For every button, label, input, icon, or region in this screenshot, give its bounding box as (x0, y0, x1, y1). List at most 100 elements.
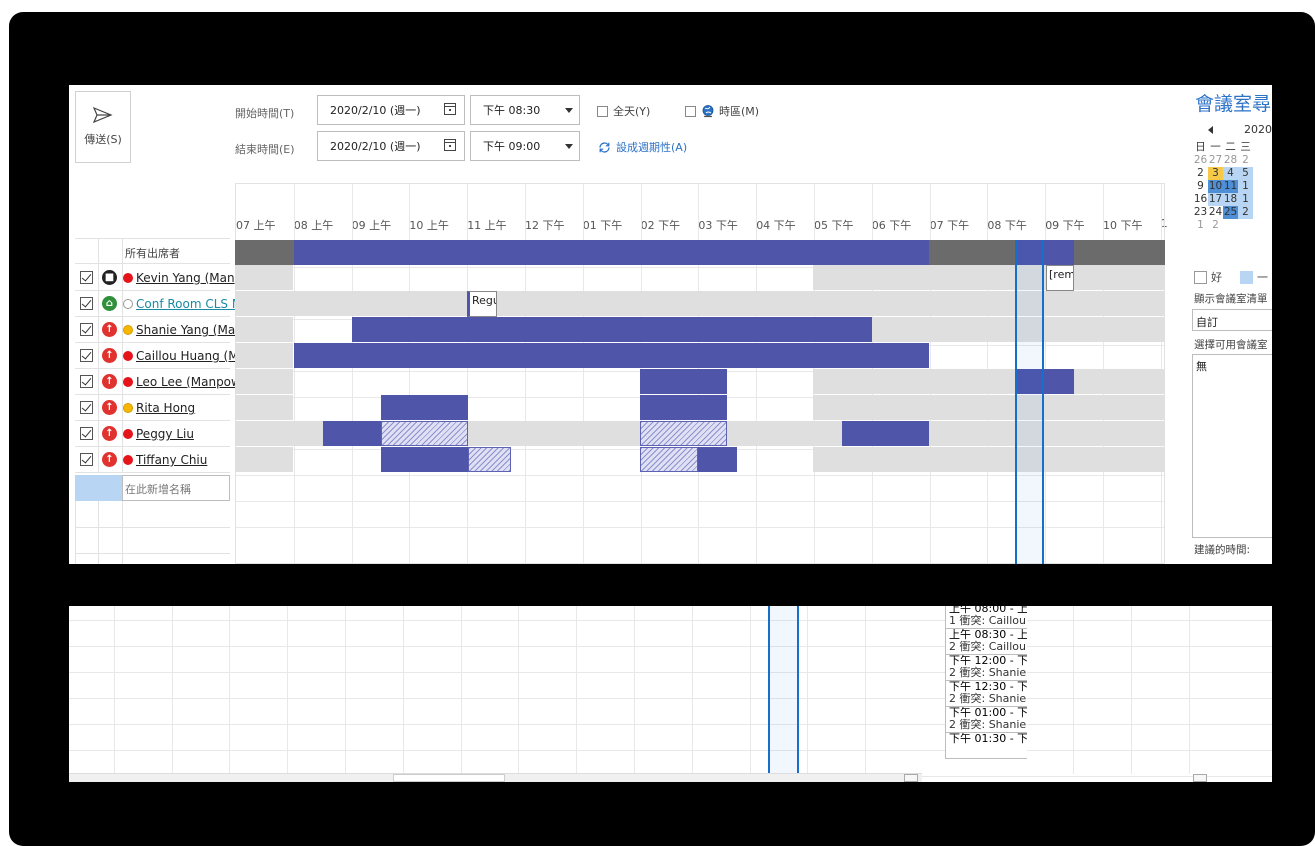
scrollbar-thumb[interactable] (393, 774, 505, 782)
timezone-checkbox[interactable]: 時區(M) (685, 103, 759, 119)
calendar-day[interactable]: 1 (1193, 219, 1208, 232)
attendee-checkbox[interactable] (80, 323, 93, 336)
calendar-day[interactable]: 28 (1223, 154, 1238, 167)
attendee-name[interactable]: Tiffany Chiu (136, 453, 207, 467)
attendee-role-cell: ↑ (98, 317, 123, 343)
recurrence-icon (599, 141, 610, 153)
required-attendee-icon[interactable]: ↑ (102, 348, 117, 363)
attendee-row[interactable]: ↑ Rita Hong (75, 395, 230, 421)
calendar-day[interactable]: 17 (1208, 193, 1223, 206)
scroll-left-arrow[interactable] (1193, 774, 1207, 782)
offhours-block (813, 265, 1165, 290)
attendee-name[interactable]: Conf Room CLS M (136, 297, 242, 311)
weekday-label: 一 (1210, 141, 1221, 153)
row-line (75, 553, 230, 554)
all-day-checkbox[interactable]: 全天(Y) (597, 103, 650, 119)
attendee-name[interactable]: Shanie Yang (Mar (136, 323, 240, 337)
calendar-day[interactable]: 4 (1223, 167, 1238, 180)
attendee-check-cell (75, 265, 99, 291)
calendar-day[interactable]: 5 (1238, 167, 1253, 180)
calendar-day[interactable]: 10 (1208, 180, 1223, 193)
attendee-row[interactable]: ↑ Tiffany Chiu (75, 447, 230, 473)
calendar-day[interactable]: 3 (1208, 167, 1223, 180)
available-rooms-list[interactable]: 無 (1192, 354, 1272, 538)
calendar-day[interactable]: 1 (1238, 180, 1253, 193)
attendee-name[interactable]: Leo Lee (Manpow (136, 375, 241, 389)
calendar-day[interactable]: 2 (1193, 167, 1208, 180)
room-list-dropdown[interactable]: 自訂 (1192, 309, 1272, 331)
required-attendee-icon[interactable]: ↑ (102, 374, 117, 389)
appointment-tooltip[interactable]: [rem (1046, 265, 1074, 291)
grid-vline (113, 606, 115, 774)
attendee-row[interactable]: ⌂ Conf Room CLS M (75, 291, 242, 317)
show-rooms-label: 顯示會議室清單 (1194, 293, 1268, 305)
attendee-checkbox[interactable] (80, 427, 93, 440)
calendar-day[interactable]: 2 (1208, 219, 1223, 232)
attendee-checkbox[interactable] (80, 349, 93, 362)
suggested-time-item[interactable]: 上午 08:00 - 上1 衝突: Caillou (945, 606, 1027, 629)
recurrence-button[interactable]: 設成週期性(A) (598, 139, 687, 155)
grid-vline (518, 606, 520, 774)
attendee-checkbox[interactable] (80, 271, 93, 284)
meeting-time-selection[interactable] (1015, 240, 1044, 564)
attendee-checkbox[interactable] (80, 297, 93, 310)
suggested-time-item[interactable]: 上午 08:30 - 上2 衝突: Caillou (945, 629, 1027, 655)
calendar-day[interactable]: 24 (1208, 206, 1223, 219)
suggested-time-item[interactable]: 下午 01:00 - 下2 衝突: Shanie (945, 707, 1027, 733)
suggested-time-item[interactable]: 下午 12:30 - 下2 衝突: Shanie (945, 681, 1027, 707)
timezone-check-box[interactable] (685, 105, 696, 117)
calendar-day[interactable]: 18 (1223, 193, 1238, 206)
required-attendee-icon[interactable]: ↑ (102, 426, 117, 441)
end-date-picker[interactable]: 2020/2/10 (週一) (317, 131, 465, 161)
attendee-name[interactable]: Caillou Huang (M (136, 349, 239, 363)
presence-status-icon (123, 455, 133, 465)
meeting-time-selection[interactable] (768, 606, 799, 774)
start-date-picker[interactable]: 2020/2/10 (週一) (317, 95, 465, 125)
attendee-row[interactable]: ↑ Leo Lee (Manpow (75, 369, 241, 395)
attendee-row[interactable]: ↑ Caillou Huang (M (75, 343, 239, 369)
calendar-day[interactable]: 1 (1238, 193, 1253, 206)
end-time-dropdown[interactable]: 下午 09:00 (470, 131, 580, 161)
suggested-time-item[interactable]: 下午 12:00 - 下2 衝突: Shanie (945, 655, 1027, 681)
busy-block-rita (640, 395, 727, 420)
calendar-day[interactable]: 16 (1193, 193, 1208, 206)
presence-status-icon (123, 377, 133, 387)
required-attendee-icon[interactable]: ↑ (102, 322, 117, 337)
appointment-tooltip[interactable]: Regu (467, 291, 497, 317)
organizer-icon[interactable]: ■ (102, 270, 117, 285)
calendar-day[interactable]: 2 (1238, 154, 1253, 167)
grid-hline (69, 698, 1272, 699)
attendee-row[interactable]: ↑ Peggy Liu (75, 421, 230, 447)
send-button[interactable]: 傳送(S) (75, 91, 131, 163)
calendar-day[interactable]: 9 (1193, 180, 1208, 193)
room-icon[interactable]: ⌂ (102, 296, 117, 311)
attendee-name[interactable]: Rita Hong (136, 401, 195, 415)
start-time-dropdown[interactable]: 下午 08:30 (470, 95, 580, 125)
col-divider (98, 239, 99, 265)
calendar-day[interactable]: 25 (1223, 206, 1238, 219)
calendar-day[interactable]: 23 (1193, 206, 1208, 219)
calendar-day[interactable]: 26 (1193, 154, 1208, 167)
attendee-row[interactable]: ■ Kevin Yang (Manp (75, 265, 242, 291)
attendee-row[interactable]: ↑ Shanie Yang (Mar (75, 317, 240, 343)
add-row-selection (75, 475, 122, 501)
attendee-name[interactable]: Kevin Yang (Manp (136, 271, 242, 285)
add-name-input[interactable]: 在此新增名稱 (122, 475, 230, 501)
attendee-name[interactable]: Peggy Liu (136, 427, 194, 441)
calendar-day[interactable]: 2 (1238, 206, 1253, 219)
scroll-right-arrow[interactable] (904, 774, 918, 782)
required-attendee-icon[interactable]: ↑ (102, 452, 117, 467)
mini-calendar[interactable]: 日一二三 26 27 28 2 2 3 4 5 9 10 11 1 16 17 18 1 23 24 25 2 1 2 (1193, 141, 1253, 232)
attendee-checkbox[interactable] (80, 375, 93, 388)
calendar-day[interactable]: 27 (1208, 154, 1223, 167)
prev-month-icon[interactable] (1208, 126, 1213, 134)
attendee-checkbox[interactable] (80, 401, 93, 414)
calendar-day[interactable]: 11 (1223, 180, 1238, 193)
attendee-checkbox[interactable] (80, 453, 93, 466)
grid-vline (1073, 606, 1074, 774)
grid-vline (402, 606, 404, 774)
conflict-count: 2 衝突: Shanie (949, 718, 1027, 731)
suggested-time-item[interactable]: 下午 01:30 - 下 (945, 733, 1027, 759)
required-attendee-icon[interactable]: ↑ (102, 400, 117, 415)
all-day-check-box[interactable] (597, 105, 608, 117)
